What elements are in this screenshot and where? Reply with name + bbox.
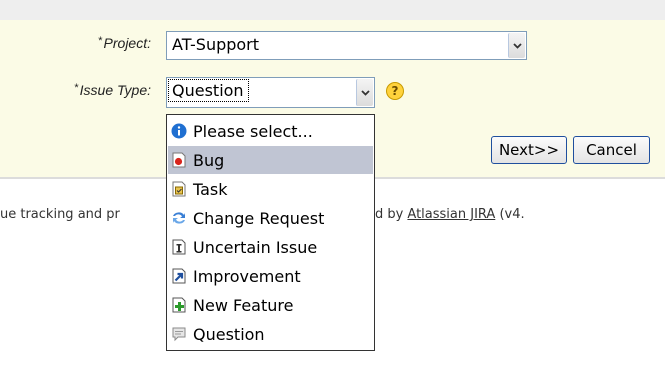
help-icon[interactable]: ? [386,82,404,100]
change-request-icon [173,212,185,224]
issue-type-option-change-request[interactable]: Change Request [168,204,373,232]
bug-icon [172,152,186,168]
issue-type-option-improvement[interactable]: Improvement [168,262,373,290]
chevron-down-icon [512,42,522,49]
top-bar [0,0,665,20]
next-button[interactable]: Next>> [491,136,567,164]
issue-type-label: *Issue Type: [74,82,151,98]
improvement-icon [172,268,186,284]
issue-type-option-bug[interactable]: Bug [168,146,373,174]
issue-type-select-value: Question [168,79,249,102]
atlassian-jira-link[interactable]: Atlassian JIRA [407,207,495,222]
project-label: *Project: [98,35,151,51]
new-feature-icon [172,297,186,313]
issue-type-option-new-feature[interactable]: New Feature [168,291,373,319]
info-icon [171,123,187,139]
question-icon [172,327,186,342]
project-select[interactable]: AT-Support [166,31,527,60]
uncertain-issue-icon [172,239,186,255]
issue-type-dropdown-list: Please select... Bug Task Change Request… [166,114,375,351]
issue-type-option-task[interactable]: Task [168,175,373,203]
cancel-button[interactable]: Cancel [573,136,650,164]
issue-type-option-uncertain-issue[interactable]: Uncertain Issue [168,233,373,261]
issue-type-option-question[interactable]: Question [168,320,373,348]
chevron-down-icon [360,89,370,96]
task-icon [172,181,186,197]
project-select-value: AT-Support [172,35,260,54]
project-dropdown-arrow[interactable] [508,33,525,58]
issue-type-select[interactable]: Question [166,77,375,108]
issue-type-dropdown-arrow[interactable] [356,79,373,106]
issue-type-option-please-select[interactable]: Please select... [168,117,373,145]
